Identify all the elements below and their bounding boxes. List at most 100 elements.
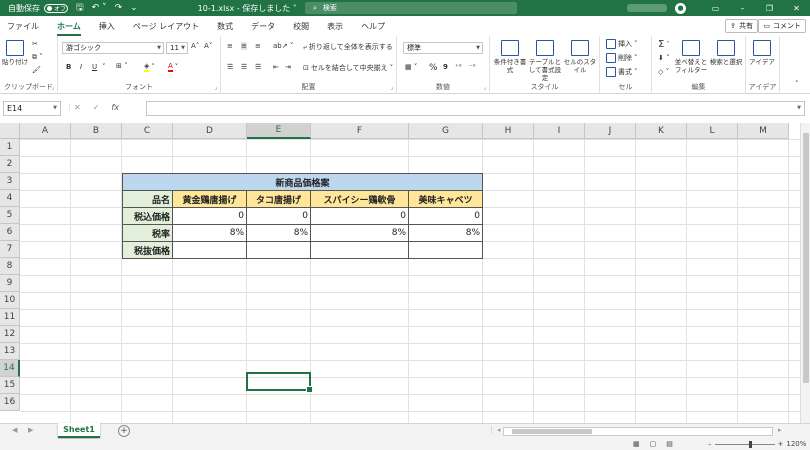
number-launcher-icon[interactable]: ⌟	[483, 84, 486, 91]
add-sheet-icon[interactable]: +	[118, 425, 130, 437]
autosave-toggle[interactable]: オフ	[44, 3, 68, 13]
column-header[interactable]: B	[71, 123, 122, 139]
scroll-left-icon[interactable]: ◂	[497, 426, 501, 434]
column-header[interactable]: F	[311, 123, 409, 139]
tab-data[interactable]: データ	[251, 21, 275, 32]
tax-included-cell[interactable]: 0	[408, 207, 483, 225]
ribbon-display-icon[interactable]: ▭	[702, 4, 729, 13]
border-icon[interactable]: ⊞ ˅	[116, 62, 128, 70]
formula-input[interactable]: ▼	[146, 101, 805, 116]
font-size-select[interactable]: 11 ▼	[166, 42, 188, 54]
clear-icon[interactable]: ◇ ˅	[658, 68, 669, 76]
zoom-level[interactable]: 120%	[786, 440, 806, 448]
row-header[interactable]: 15	[0, 377, 20, 394]
product-header-cell[interactable]: 黄金鶏唐揚げ	[172, 190, 247, 208]
tax-included-cell[interactable]: 0	[246, 207, 311, 225]
horizontal-scrollbar[interactable]	[503, 427, 773, 436]
tax-rate-cell[interactable]: 8%	[172, 224, 247, 242]
page-break-view-icon[interactable]: ▤	[666, 440, 673, 448]
tab-file[interactable]: ファイル	[7, 21, 39, 32]
row-header[interactable]: 12	[0, 326, 20, 343]
row-header[interactable]: 8	[0, 258, 20, 275]
expand-formula-icon[interactable]: ▼	[797, 105, 801, 111]
scroll-thumb[interactable]	[803, 133, 809, 383]
tab-home[interactable]: ホーム	[57, 21, 81, 36]
select-all-button[interactable]	[0, 123, 20, 139]
wrap-text-button[interactable]: ⤶ 折り返して全体を表示する	[303, 42, 393, 52]
row-header[interactable]: 6	[0, 224, 20, 241]
tab-page-layout[interactable]: ページ レイアウト	[133, 21, 199, 32]
font-name-select[interactable]: 游ゴシック ▼	[62, 42, 164, 54]
tax-excluded-cell[interactable]	[408, 241, 483, 259]
row-header[interactable]: 7	[0, 241, 20, 258]
tax-included-cell[interactable]: 0	[172, 207, 247, 225]
tab-help[interactable]: ヘルプ	[361, 21, 385, 32]
tab-review[interactable]: 校閲	[293, 21, 309, 32]
autosum-button[interactable]: Σ ˅	[658, 39, 669, 50]
tax-excluded-cell[interactable]	[310, 241, 409, 259]
underline-button[interactable]: U	[92, 63, 97, 71]
font-color-icon[interactable]: A ˅	[168, 62, 178, 72]
restore-icon[interactable]: ❐	[756, 4, 783, 13]
file-name[interactable]: 10-1.xlsx - 保存しました ˅	[198, 3, 297, 14]
avatar[interactable]: ●	[675, 2, 686, 14]
number-format-select[interactable]: 標準 ▼	[403, 42, 483, 54]
format-painter-icon[interactable]: 🖌	[32, 66, 41, 74]
font-launcher-icon[interactable]: ⌟	[214, 84, 217, 91]
comma-style-button[interactable]: 9	[443, 63, 448, 71]
decrease-indent-icon[interactable]: ⇤	[273, 63, 279, 71]
column-header[interactable]: I	[534, 123, 585, 139]
tax-excluded-cell[interactable]	[246, 241, 311, 259]
copy-icon[interactable]: ⧉ ˅	[32, 53, 43, 62]
column-header[interactable]: A	[20, 123, 71, 139]
zoom-slider[interactable]	[714, 440, 775, 448]
row-header[interactable]: 2	[0, 156, 20, 173]
tax-excluded-cell[interactable]	[172, 241, 247, 259]
cut-icon[interactable]: ✂	[32, 40, 38, 48]
collapse-ribbon-icon[interactable]: ˄	[795, 80, 799, 88]
column-header[interactable]: K	[636, 123, 687, 139]
row-header[interactable]: 14	[0, 360, 20, 377]
sort-filter-button[interactable]: 並べ替えとフィルター	[674, 40, 708, 74]
delete-cells-button[interactable]: 削除 ˅	[606, 53, 638, 63]
align-top-icon[interactable]: ≡	[227, 42, 233, 50]
normal-view-icon[interactable]: ▦	[633, 440, 640, 448]
alignment-launcher-icon[interactable]: ⌟	[390, 84, 393, 91]
row-header[interactable]: 5	[0, 207, 20, 224]
cancel-icon[interactable]: ✕	[74, 103, 81, 112]
save-icon[interactable]: 🖫	[76, 0, 84, 16]
row-header[interactable]: 1	[0, 139, 20, 156]
align-middle-icon[interactable]: ≡	[241, 42, 247, 50]
italic-button[interactable]: I	[80, 63, 82, 71]
column-header[interactable]: L	[687, 123, 738, 139]
product-name-label-cell[interactable]: 品名	[122, 190, 173, 208]
tax-included-label-cell[interactable]: 税込価格	[122, 207, 173, 225]
decrease-font-size-button[interactable]: A˅	[204, 42, 212, 50]
find-select-button[interactable]: 検索と選択	[709, 40, 743, 66]
page-layout-view-icon[interactable]: ▢	[650, 440, 657, 448]
hscroll-thumb[interactable]	[512, 429, 592, 434]
decrease-decimal-icon[interactable]: ⁻⁰	[469, 63, 476, 71]
tab-view[interactable]: 表示	[327, 21, 343, 32]
close-icon[interactable]: ✕	[783, 4, 810, 13]
tab-split-icon[interactable]: ⋮	[488, 426, 495, 434]
worksheet-grid[interactable]: ABCDEFGHIJKLM 1 2 3 4 5 6 7 8 9 10 11 12 13 14 15 16 新商…	[0, 123, 800, 423]
tab-insert[interactable]: 挿入	[99, 21, 115, 32]
paste-button[interactable]: 貼り付け	[0, 40, 30, 66]
tax-rate-cell[interactable]: 8%	[246, 224, 311, 242]
column-header[interactable]: C	[122, 123, 173, 139]
column-header[interactable]: H	[483, 123, 534, 139]
ideas-button[interactable]: アイデア	[746, 40, 778, 66]
tab-formulas[interactable]: 数式	[217, 21, 233, 32]
scroll-right-icon[interactable]: ▸	[778, 426, 782, 434]
insert-function-icon[interactable]: fx	[111, 103, 119, 112]
column-header[interactable]: J	[585, 123, 636, 139]
increase-font-size-button[interactable]: A˄	[191, 42, 199, 50]
tax-rate-cell[interactable]: 8%	[408, 224, 483, 242]
align-center-icon[interactable]: ☰	[241, 63, 247, 71]
bold-button[interactable]: B	[66, 63, 71, 71]
active-cell-selection[interactable]	[246, 372, 313, 393]
row-header[interactable]: 16	[0, 394, 20, 411]
align-bottom-icon[interactable]: ≡	[255, 42, 261, 50]
table-title-cell[interactable]: 新商品価格案	[122, 173, 483, 191]
